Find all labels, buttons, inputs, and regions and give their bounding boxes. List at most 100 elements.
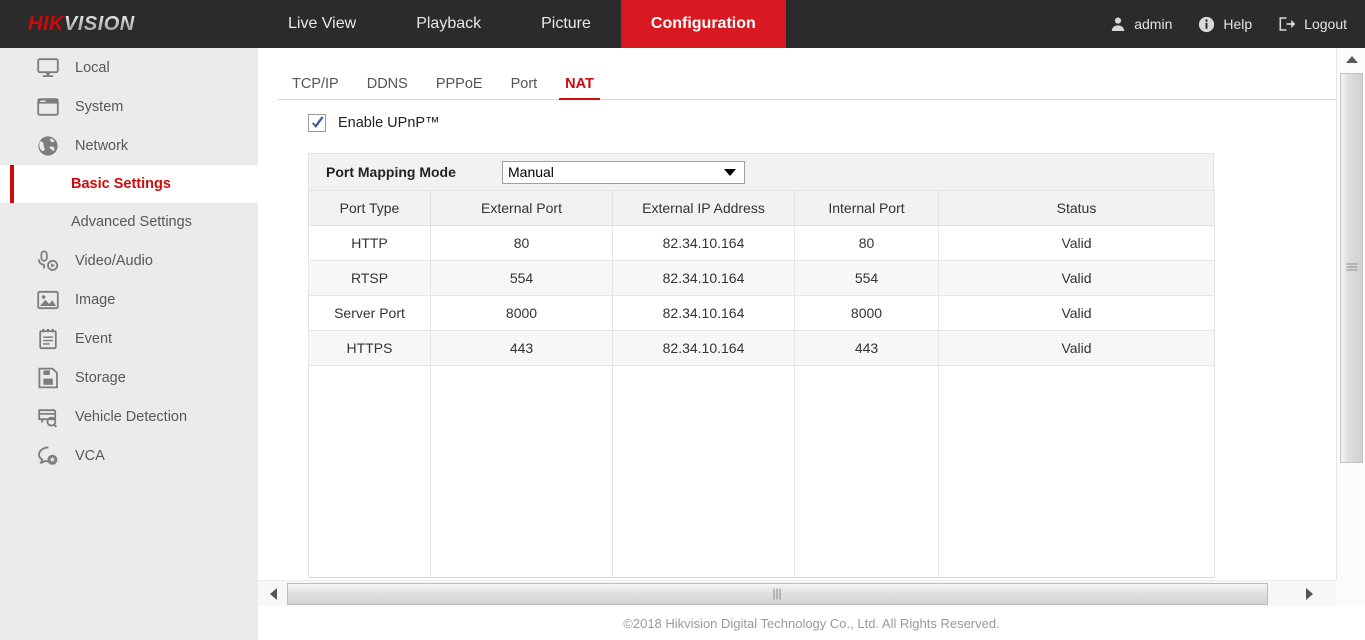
hikvision-logo: HIKVISION [0, 0, 258, 48]
caret-left-icon [270, 588, 277, 600]
cell-internal-port: 554 [795, 261, 939, 296]
port-mapping-mode-label: Port Mapping Mode [326, 164, 502, 180]
sidebar-item-system[interactable]: System [0, 87, 258, 126]
user-name: admin [1134, 16, 1172, 32]
floppy-disk-icon [35, 365, 61, 391]
footer: ©2018 Hikvision Digital Technology Co., … [258, 606, 1365, 640]
vehicle-icon [35, 404, 61, 430]
cell-external-port: 443 [431, 331, 613, 366]
logout-label: Logout [1304, 16, 1347, 32]
table-row[interactable]: HTTP 80 82.34.10.164 80 Valid [309, 226, 1215, 261]
calendar-icon [35, 326, 61, 352]
scroll-left-button[interactable] [262, 581, 284, 607]
column-header-port-type: Port Type [309, 191, 431, 226]
column-header-internal-port: Internal Port [795, 191, 939, 226]
sidebar-item-event[interactable]: Event [0, 319, 258, 358]
empty-cell [309, 366, 431, 578]
vertical-scrollbar-thumb[interactable] [1340, 73, 1363, 463]
cell-status: Valid [939, 296, 1215, 331]
nav-item-playback[interactable]: Playback [386, 0, 511, 48]
cell-external-port: 80 [431, 226, 613, 261]
scrollbar-grip-icon [1346, 264, 1357, 273]
port-mapping-mode-value: Manual [508, 164, 554, 180]
sidebar-item-basic-settings[interactable]: Basic Settings [0, 165, 258, 203]
cell-internal-port: 443 [795, 331, 939, 366]
table-empty-area [309, 366, 1215, 578]
table-row[interactable]: HTTPS 443 82.34.10.164 443 Valid [309, 331, 1215, 366]
sidebar-item-advanced-settings[interactable]: Advanced Settings [0, 203, 258, 241]
scroll-right-button[interactable] [1298, 581, 1320, 607]
user-icon [1110, 16, 1126, 32]
cell-status: Valid [939, 261, 1215, 296]
table-row[interactable]: RTSP 554 82.34.10.164 554 Valid [309, 261, 1215, 296]
port-mapping-table: Port Type External Port External IP Addr… [308, 190, 1215, 578]
header-right-actions: admin Help Logout [1110, 0, 1347, 48]
tab-pppoe[interactable]: PPPoE [422, 77, 497, 100]
main-content: TCP/IP DDNS PPPoE Port NAT Enable UPnP™ … [258, 48, 1336, 640]
tab-tcpip[interactable]: TCP/IP [278, 77, 353, 100]
sidebar-item-local[interactable]: Local [0, 48, 258, 87]
table-header-row: Port Type External Port External IP Addr… [309, 191, 1215, 226]
cell-external-ip: 82.34.10.164 [613, 226, 795, 261]
nav-item-configuration[interactable]: Configuration [621, 0, 786, 48]
scrollbar-corner [1336, 580, 1365, 606]
tab-ddns[interactable]: DDNS [353, 77, 422, 100]
cell-port-type: HTTP [309, 226, 431, 261]
sidebar-item-label: Network [75, 138, 128, 154]
user-menu[interactable]: admin [1110, 16, 1172, 32]
sidebar-item-video-audio[interactable]: Video/Audio [0, 241, 258, 280]
nat-panel: Port Mapping Mode Manual Port Type Exter… [308, 153, 1214, 578]
globe-icon [35, 133, 61, 159]
sidebar-subitem-label: Advanced Settings [71, 214, 192, 230]
sidebar-item-vehicle-detection[interactable]: Vehicle Detection [0, 397, 258, 436]
vertical-scrollbar[interactable] [1336, 48, 1365, 620]
cell-external-ip: 82.34.10.164 [613, 331, 795, 366]
logo-hik-text: HIK [28, 13, 64, 36]
checkmark-icon [310, 115, 326, 132]
horizontal-scrollbar-thumb[interactable] [287, 583, 1268, 605]
caret-right-icon [1306, 588, 1313, 600]
sidebar-item-storage[interactable]: Storage [0, 358, 258, 397]
sidebar-item-network[interactable]: Network [0, 126, 258, 165]
cell-port-type: Server Port [309, 296, 431, 331]
nav-item-picture[interactable]: Picture [511, 0, 621, 48]
cell-external-ip: 82.34.10.164 [613, 296, 795, 331]
sidebar-item-label: Video/Audio [75, 253, 153, 269]
sidebar-item-vca[interactable]: VCA [0, 436, 258, 475]
nav-item-live-view[interactable]: Live View [258, 0, 386, 48]
tab-port[interactable]: Port [497, 77, 552, 100]
enable-upnp-checkbox[interactable] [308, 114, 326, 132]
sidebar-item-label: Vehicle Detection [75, 409, 187, 425]
column-header-external-port: External Port [431, 191, 613, 226]
horizontal-scrollbar[interactable] [258, 580, 1336, 606]
column-header-external-ip-address: External IP Address [613, 191, 795, 226]
port-mapping-mode-row: Port Mapping Mode Manual [308, 153, 1214, 190]
window-icon [35, 94, 61, 120]
main-nav: Live View Playback Picture Configuration [258, 0, 786, 48]
tab-nat[interactable]: NAT [551, 77, 608, 100]
cell-external-port: 554 [431, 261, 613, 296]
info-icon [1198, 16, 1215, 33]
scroll-up-button[interactable] [1337, 48, 1365, 70]
sidebar: Local System Network Basic Settings Adva… [0, 48, 258, 640]
monitor-icon [35, 55, 61, 81]
cell-port-type: HTTPS [309, 331, 431, 366]
top-header: HIKVISION Live View Playback Picture Con… [0, 0, 1365, 48]
logout-button[interactable]: Logout [1278, 16, 1347, 32]
picture-icon [35, 287, 61, 313]
sidebar-item-label: Local [75, 60, 110, 76]
enable-upnp-label: Enable UPnP™ [338, 115, 440, 131]
cell-internal-port: 8000 [795, 296, 939, 331]
sidebar-item-label: Event [75, 331, 112, 347]
content-tabs: TCP/IP DDNS PPPoE Port NAT [278, 60, 1338, 100]
caret-up-icon [1346, 56, 1358, 63]
help-button[interactable]: Help [1198, 16, 1252, 33]
port-mapping-mode-select[interactable]: Manual [502, 161, 745, 184]
sidebar-item-image[interactable]: Image [0, 280, 258, 319]
column-header-status: Status [939, 191, 1215, 226]
empty-cell [431, 366, 613, 578]
table-row[interactable]: Server Port 8000 82.34.10.164 8000 Valid [309, 296, 1215, 331]
sidebar-item-label: Storage [75, 370, 126, 386]
cell-status: Valid [939, 331, 1215, 366]
sidebar-subitem-label: Basic Settings [71, 176, 171, 192]
